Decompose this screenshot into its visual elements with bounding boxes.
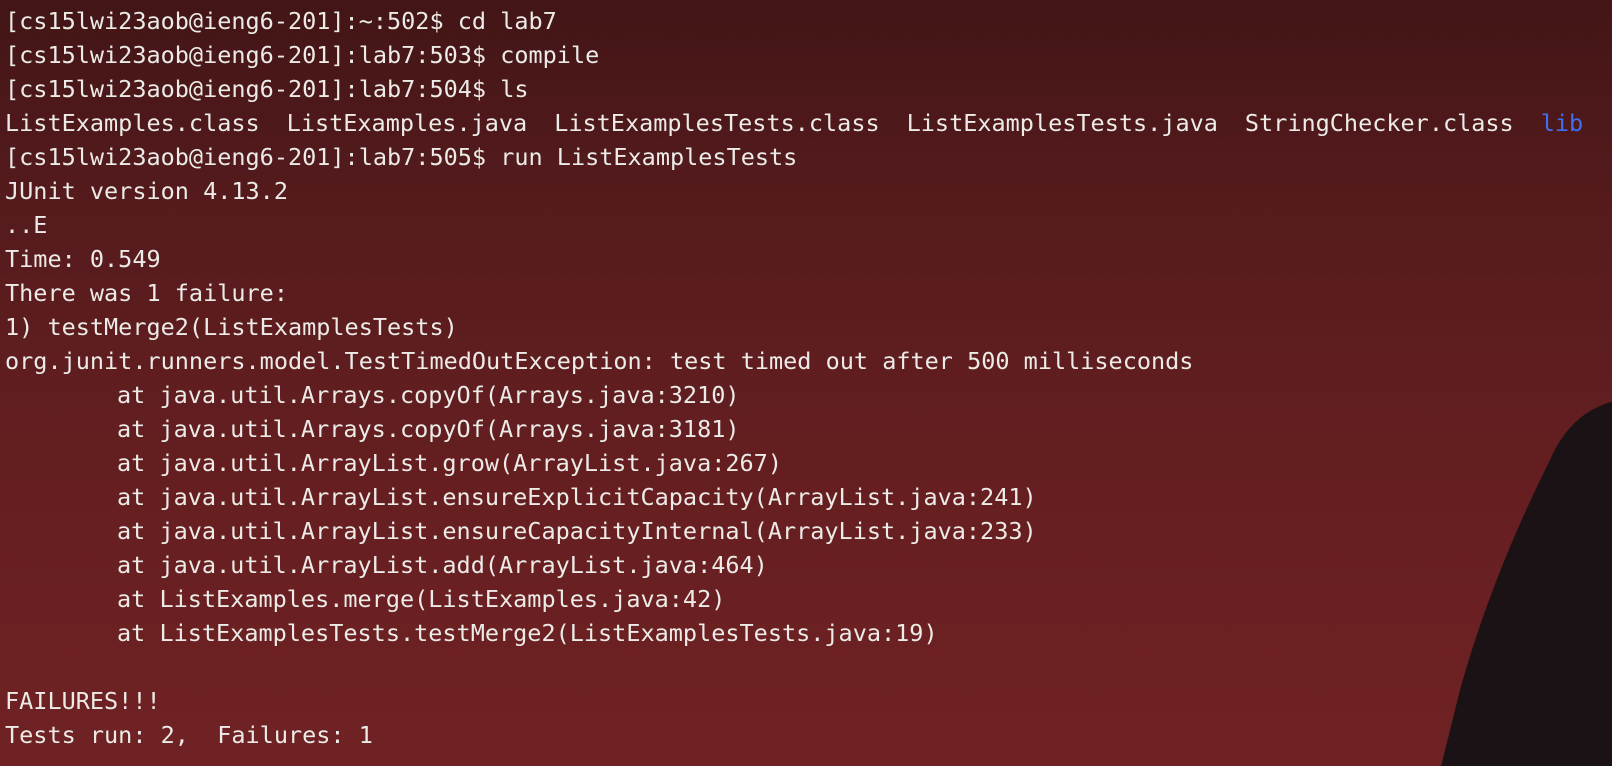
command-line: [cs15lwi23aob@ieng6-201]:lab7:505$ run L… xyxy=(5,140,1605,174)
file-entry: ListExamplesTests.class xyxy=(554,109,880,137)
shell-prompt: [cs15lwi23aob@ieng6-201]:~:502$ xyxy=(5,7,444,35)
ls-output: ListExamples.class ListExamples.java ListE… xyxy=(5,106,1605,140)
terminal-output: [cs15lwi23aob@ieng6-201]:~:502$ cd lab7 … xyxy=(5,4,1605,752)
test-time: Time: 0.549 xyxy=(5,245,161,273)
command-text: cd lab7 xyxy=(457,7,557,35)
failures-banner: FAILURES!!! xyxy=(5,687,161,715)
stack-frame: at java.util.ArrayList.add(ArrayList.jav… xyxy=(117,551,768,579)
command-text: compile xyxy=(500,41,600,69)
file-entry: ListExamples.class xyxy=(5,109,260,137)
tests-result: Tests run: 2, Failures: 1 xyxy=(5,721,373,749)
command-text: run ListExamplesTests xyxy=(500,143,798,171)
command-line: [cs15lwi23aob@ieng6-201]:~:502$ cd lab7 xyxy=(5,4,1605,38)
exception-message: org.junit.runners.model.TestTimedOutExce… xyxy=(5,347,1194,375)
stack-frame: at java.util.ArrayList.ensureExplicitCap… xyxy=(117,483,1037,511)
file-entry: StringChecker.class xyxy=(1244,109,1514,137)
command-text: ls xyxy=(500,75,529,103)
failure-summary: There was 1 failure: xyxy=(5,279,288,307)
test-progress: ..E xyxy=(5,211,48,239)
shell-prompt: [cs15lwi23aob@ieng6-201]:lab7:505$ xyxy=(5,143,487,171)
file-entry: ListExamples.java xyxy=(286,109,528,137)
directory-entry: lib xyxy=(1540,109,1584,137)
stack-frame: at java.util.Arrays.copyOf(Arrays.java:3… xyxy=(117,415,740,443)
file-entry: ListExamplesTests.java xyxy=(906,109,1218,137)
shell-prompt: [cs15lwi23aob@ieng6-201]:lab7:504$ xyxy=(5,75,487,103)
command-line: [cs15lwi23aob@ieng6-201]:lab7:503$ compi… xyxy=(5,38,1605,72)
stack-frame: at java.util.ArrayList.grow(ArrayList.ja… xyxy=(117,449,782,477)
stack-frame: at java.util.ArrayList.ensureCapacityInt… xyxy=(117,517,1037,545)
stack-frame: at ListExamples.merge(ListExamples.java:… xyxy=(117,585,726,613)
junit-version: JUnit version 4.13.2 xyxy=(5,177,288,205)
stack-frame: at java.util.Arrays.copyOf(Arrays.java:3… xyxy=(117,381,740,409)
shell-prompt: [cs15lwi23aob@ieng6-201]:lab7:503$ xyxy=(5,41,487,69)
stack-frame: at ListExamplesTests.testMerge2(ListExam… xyxy=(117,619,938,647)
failure-test: 1) testMerge2(ListExamplesTests) xyxy=(5,313,458,341)
command-line: [cs15lwi23aob@ieng6-201]:lab7:504$ ls xyxy=(5,72,1605,106)
